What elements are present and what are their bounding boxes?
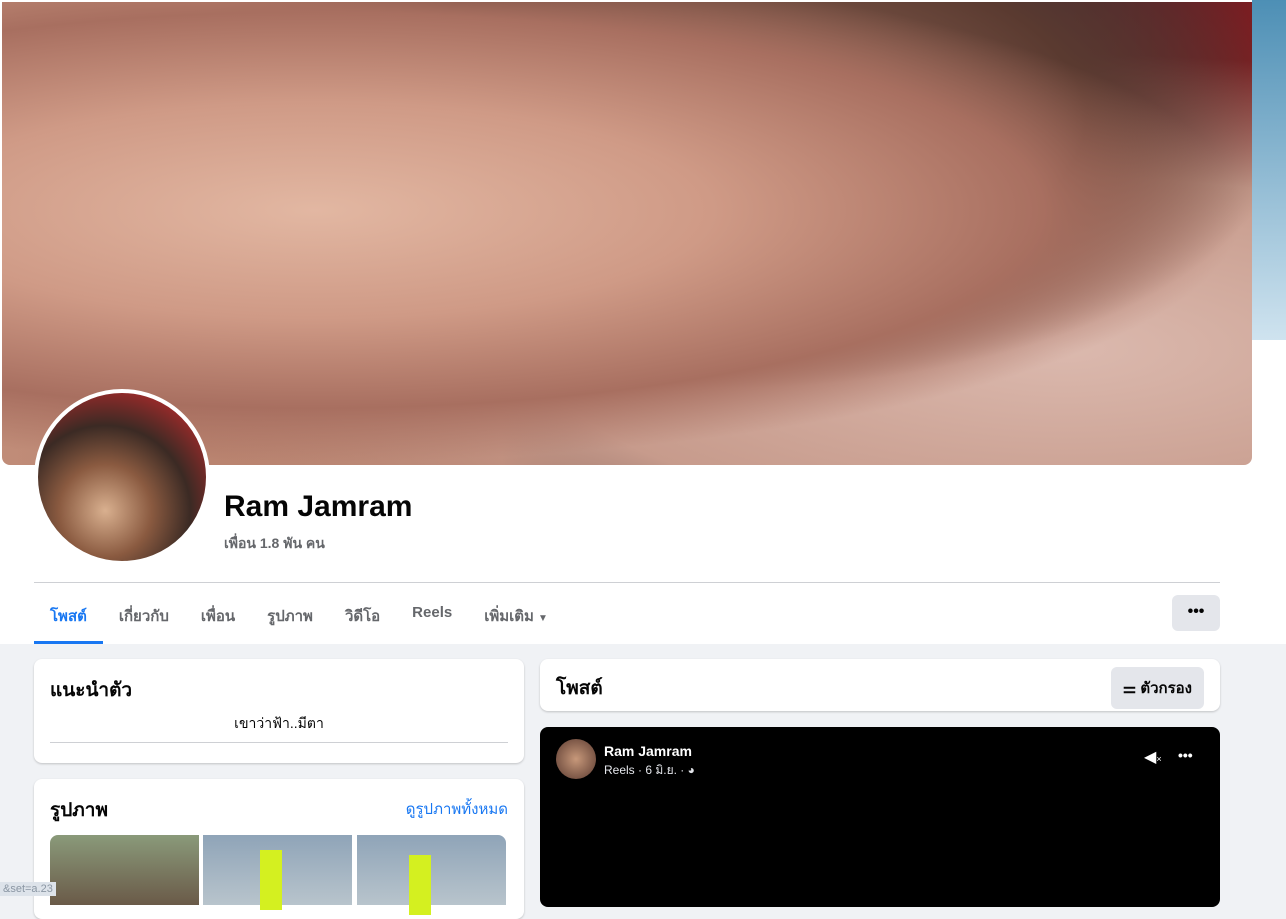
post-author-avatar[interactable] — [556, 739, 596, 779]
tab-videos[interactable]: วิดีโอ — [329, 590, 396, 643]
tab-about[interactable]: เกี่ยวกับ — [103, 590, 185, 643]
mute-icon[interactable]: ◀× — [1144, 747, 1162, 767]
post-author-name[interactable]: Ram Jamram — [604, 743, 692, 759]
tab-more[interactable]: เพิ่มเติม ▼ — [468, 590, 564, 643]
reel-post[interactable]: Ram Jamram Reels · 6 มิ.ย. · ◕ ◀× ••• — [540, 727, 1220, 907]
photo-thumbnail[interactable] — [357, 835, 506, 915]
photos-title: รูปภาพ — [50, 800, 108, 821]
tab-photos[interactable]: รูปภาพ — [251, 590, 329, 643]
intro-bio: เขาว่าฟ้า..มีตา — [234, 715, 324, 731]
profile-name: Ram Jamram — [224, 490, 413, 523]
filter-icon: ⚌ — [1122, 680, 1137, 697]
tab-posts[interactable]: โพสต์ — [34, 590, 103, 644]
photo-thumbnail[interactable] — [203, 835, 352, 910]
divider — [34, 582, 1220, 583]
posts-title: โพสต์ — [556, 678, 603, 699]
see-all-photos-link[interactable]: ดูรูปภาพทั้งหมด — [406, 797, 508, 821]
globe-icon: ◕ — [687, 763, 695, 777]
intro-card: แนะนำตัว เขาว่าฟ้า..มีตา — [34, 659, 524, 763]
photo-thumbnail[interactable] — [50, 835, 199, 905]
filter-button[interactable]: ⚌ ตัวกรอง — [1110, 667, 1204, 709]
post-menu-button[interactable]: ••• — [1178, 747, 1193, 763]
intro-title: แนะนำตัว — [50, 680, 133, 701]
caret-down-icon: ▼ — [538, 613, 548, 624]
divider — [50, 742, 508, 743]
tab-friends[interactable]: เพื่อน — [185, 590, 251, 643]
cover-edge — [1252, 0, 1286, 340]
cover-photo[interactable] — [2, 2, 1252, 465]
status-bar-url: &set=a.23 — [0, 882, 56, 896]
profile-tabs: โพสต์ เกี่ยวกับ เพื่อน รูปภาพ วิดีโอ Ree… — [34, 590, 564, 644]
post-meta-text: Reels · 6 มิ.ย. · — [604, 763, 685, 777]
profile-avatar[interactable] — [34, 389, 210, 565]
profile-more-button[interactable]: ••• — [1172, 595, 1220, 631]
profile-header: Ram Jamram เพื่อน 1.8 พัน คน โพสต์ เกี่ย… — [0, 0, 1286, 644]
post-meta: Reels · 6 มิ.ย. · ◕ — [604, 761, 695, 780]
posts-header-card: โพสต์ ⚌ ตัวกรอง — [540, 659, 1220, 711]
friends-count[interactable]: เพื่อน 1.8 พัน คน — [224, 533, 325, 555]
tab-reels[interactable]: Reels — [396, 590, 468, 643]
filter-label: ตัวกรอง — [1140, 680, 1192, 697]
tab-more-label: เพิ่มเติม — [484, 608, 534, 625]
